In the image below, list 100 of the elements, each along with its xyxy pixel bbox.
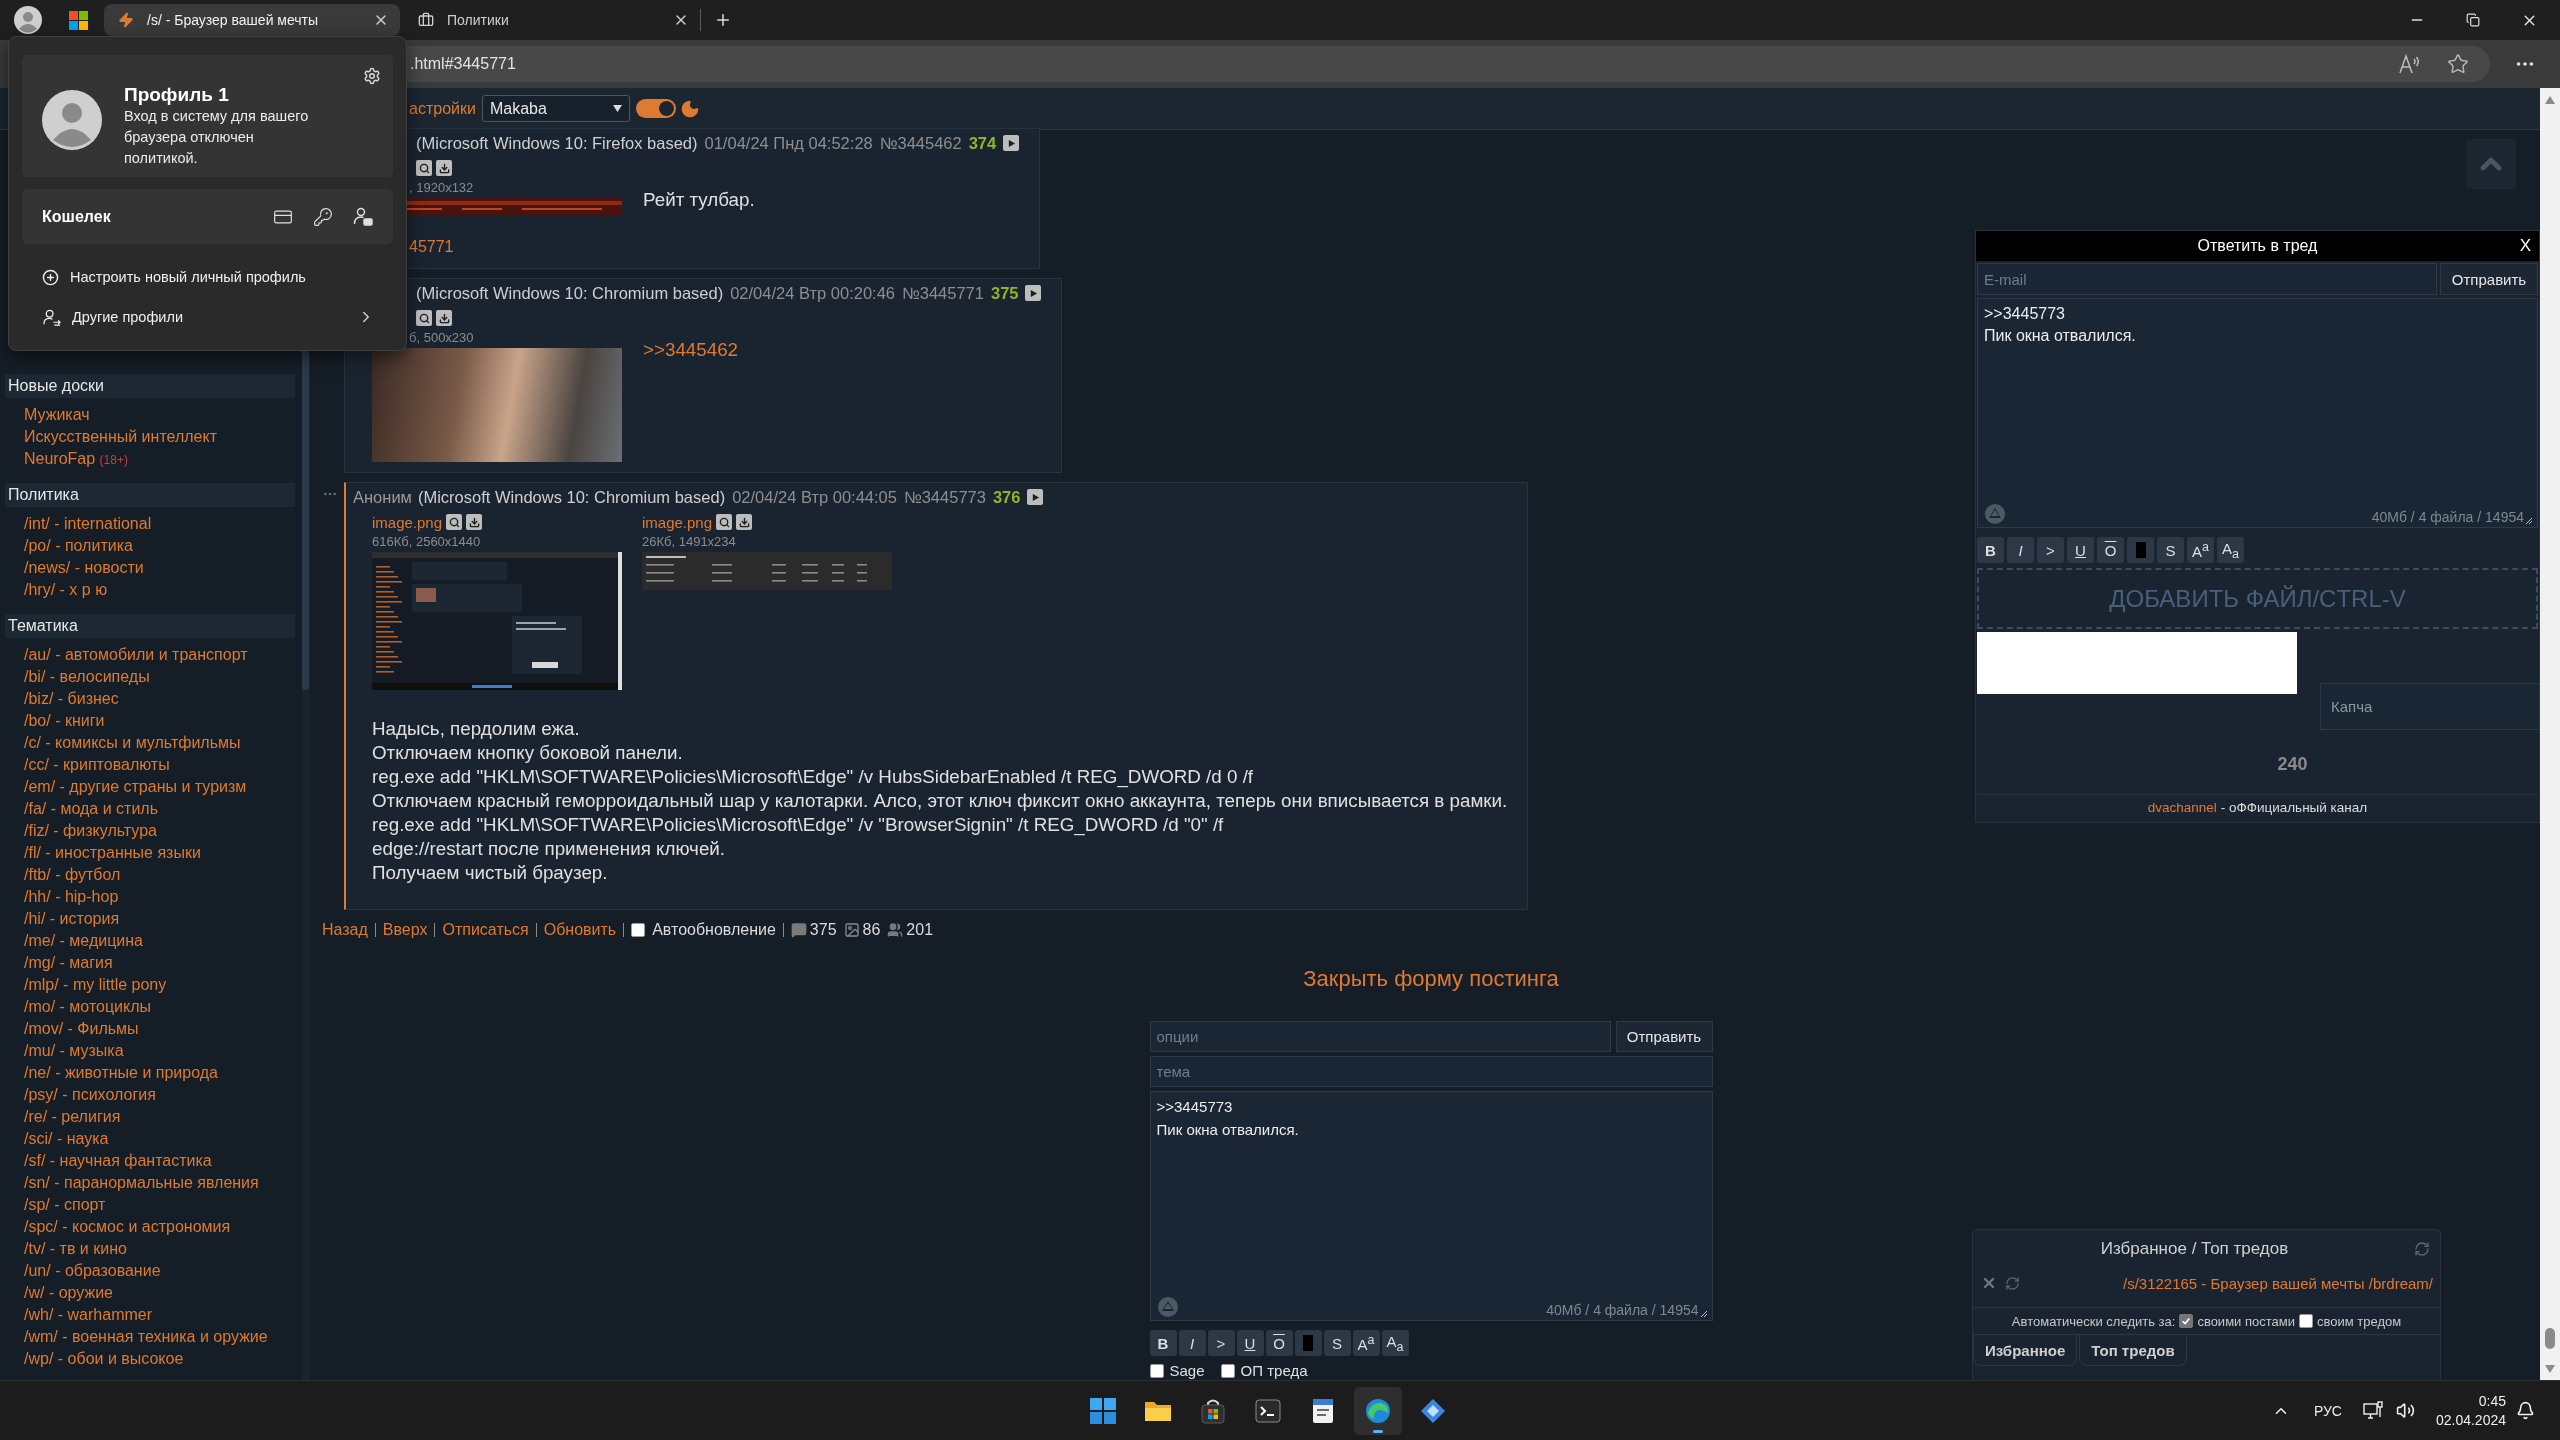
play-icon[interactable] — [1003, 135, 1020, 151]
checkbox-label[interactable]: своими постами — [2197, 1313, 2295, 1329]
resize-grip-icon[interactable] — [1700, 1311, 1708, 1318]
checkbox[interactable] — [631, 923, 646, 937]
board-link[interactable]: /mo/ - мотоциклы — [0, 996, 152, 1018]
moon-icon[interactable] — [679, 98, 700, 119]
browser-tab[interactable]: /s/ - Браузер вашей мечты — [104, 4, 400, 36]
nav-link[interactable]: Назад — [322, 921, 368, 939]
board-link[interactable]: /me/ - медицина — [0, 930, 143, 952]
board-link[interactable]: /c/ - комиксы и мультфильмы — [0, 732, 241, 754]
board-link[interactable]: /po/ - политика — [0, 535, 133, 557]
board-link[interactable]: /sf/ - научная фантастика — [0, 1150, 212, 1172]
nav-link[interactable]: Отписаться — [442, 921, 529, 939]
options-field[interactable]: опции — [1149, 1021, 1611, 1052]
photo-placeholder[interactable] — [372, 348, 622, 462]
scroll-down-icon[interactable] — [2545, 1365, 2555, 1373]
scroll-up-icon[interactable] — [2545, 96, 2555, 104]
board-link[interactable]: /hh/ - hip-hop — [0, 886, 119, 908]
strikethrough-button[interactable]: S — [1323, 1330, 1351, 1356]
star-icon[interactable] — [2447, 53, 2469, 75]
checkbox[interactable] — [2298, 1314, 2313, 1328]
board-link[interactable]: /tv/ - тв и кино — [0, 1238, 127, 1260]
close-form-link[interactable]: Закрыть форму постинга — [1303, 965, 1559, 993]
board-link[interactable]: /hi/ - история — [0, 908, 120, 930]
download-icon[interactable] — [736, 514, 753, 530]
underline-button[interactable]: U — [2067, 537, 2094, 563]
post-number-link[interactable]: №3445771 — [902, 283, 984, 303]
underline-button[interactable]: U — [1236, 1330, 1264, 1356]
nav-link[interactable]: Вверх — [382, 921, 428, 939]
settings-icon[interactable] — [363, 67, 381, 85]
browser-tab[interactable]: Политики — [404, 4, 700, 36]
screenshot-drawing[interactable] — [372, 552, 622, 690]
reply-link[interactable]: >>3445462 — [643, 338, 739, 362]
read-aloud-icon[interactable] — [2398, 53, 2420, 75]
board-link[interactable]: /w/ - оружие — [0, 1282, 113, 1304]
overline-button[interactable]: O — [2097, 537, 2124, 563]
bold-button[interactable]: B — [1149, 1330, 1177, 1356]
search-icon[interactable] — [416, 160, 432, 176]
diamond-icon[interactable] — [1419, 1397, 1446, 1424]
subscript-button[interactable]: A$_{a}$ — [2217, 537, 2244, 563]
reply-link[interactable]: 45771 — [409, 236, 454, 258]
search-icon[interactable] — [446, 514, 463, 530]
checkbox[interactable] — [1220, 1363, 1235, 1378]
board-link[interactable]: /em/ - другие страны и туризм — [0, 776, 247, 798]
document-icon[interactable] — [1310, 1397, 1335, 1424]
submit-button[interactable]: Отправить — [2440, 263, 2538, 295]
board-link[interactable]: /ne/ - животные и природа — [0, 1062, 218, 1084]
italic-button[interactable]: I — [1178, 1330, 1206, 1356]
refresh-icon[interactable] — [2414, 1241, 2430, 1257]
user-card-icon[interactable] — [353, 206, 373, 227]
wallet-card[interactable]: Кошелек — [22, 189, 393, 244]
night-mode-toggle[interactable] — [635, 99, 676, 118]
board-link[interactable]: /sn/ - паранормальные явления — [0, 1172, 259, 1194]
download-icon[interactable] — [466, 514, 483, 530]
board-link[interactable]: /bi/ - велосипеды — [0, 666, 150, 688]
board-link[interactable]: /au/ - автомобили и транспорт — [0, 644, 248, 666]
checkbox[interactable] — [1149, 1363, 1164, 1378]
board-link[interactable]: /hry/ - х р ю — [0, 579, 108, 601]
auto-update-label[interactable]: Автообновление — [652, 921, 776, 939]
settings-link[interactable]: астройки — [409, 99, 476, 118]
notification-bell-icon[interactable] — [2516, 1401, 2535, 1420]
search-icon[interactable] — [716, 514, 733, 530]
clock[interactable]: 0:45 02.04.2024 — [2435, 1391, 2506, 1430]
thread-link[interactable]: /s/3122165 - Браузер вашей мечты /brdream/ — [2122, 1274, 2433, 1292]
windows-logo-icon[interactable] — [1089, 1397, 1116, 1424]
board-link[interactable]: /fa/ - мода и стиль — [0, 798, 158, 820]
speaker-icon[interactable] — [2395, 1401, 2415, 1420]
style-select[interactable]: Makaba — [481, 95, 630, 122]
board-link[interactable]: NeuroFap (18+) — [0, 448, 128, 470]
board-link[interactable]: /biz/ - бизнес — [0, 688, 119, 710]
subscript-button[interactable]: A$_{a}$ — [1381, 1330, 1409, 1356]
subject-field[interactable]: тема — [1149, 1056, 1713, 1087]
channel-link[interactable]: dvachannel — [2147, 800, 2217, 815]
bold-button[interactable]: B — [1977, 537, 2004, 563]
board-link[interactable]: /psy/ - психология — [0, 1084, 156, 1106]
board-link[interactable]: /spc/ - космос и астрономия — [0, 1216, 231, 1238]
file-link[interactable]: image.png — [372, 513, 443, 531]
keyboard-language[interactable]: РУС — [2313, 1402, 2342, 1419]
board-link[interactable]: /wm/ - военная техника и оружие — [0, 1326, 268, 1348]
panel-tab[interactable]: Топ тредов — [2079, 1335, 2187, 1366]
board-link[interactable]: /bo/ - книги — [0, 710, 105, 732]
captcha-field[interactable]: Капча — [2320, 683, 2540, 730]
board-link[interactable]: /fl/ - иностранные языки — [0, 842, 201, 864]
panel-tab[interactable]: Избранное — [1973, 1335, 2078, 1366]
resize-grip-icon[interactable] — [2526, 518, 2533, 525]
nav-link[interactable]: Обновить — [543, 921, 617, 939]
board-link[interactable]: Искусственный интеллект — [0, 426, 217, 448]
board-link[interactable]: /ftb/ - футбол — [0, 864, 121, 886]
board-link[interactable]: /int/ - international — [0, 513, 152, 535]
email-field[interactable]: E-mail — [1977, 263, 2437, 295]
scrollbar-thumb[interactable] — [2545, 1328, 2555, 1349]
taskbar-button[interactable] — [1353, 1386, 1402, 1435]
board-link[interactable]: /mg/ - магия — [0, 952, 113, 974]
checkbox-label[interactable]: своим тредом — [2316, 1313, 2402, 1329]
play-icon[interactable] — [1027, 489, 1044, 505]
overline-button[interactable]: O — [1265, 1330, 1293, 1356]
board-link[interactable]: /wp/ - обои и высокое — [0, 1348, 184, 1370]
quote-button[interactable]: > — [2037, 537, 2064, 563]
board-link[interactable]: /re/ - религия — [0, 1106, 121, 1128]
message-field[interactable]: >>3445773 Пик окна отвалился. 40Мб / 4 файла / 14954 — [1977, 298, 2538, 528]
